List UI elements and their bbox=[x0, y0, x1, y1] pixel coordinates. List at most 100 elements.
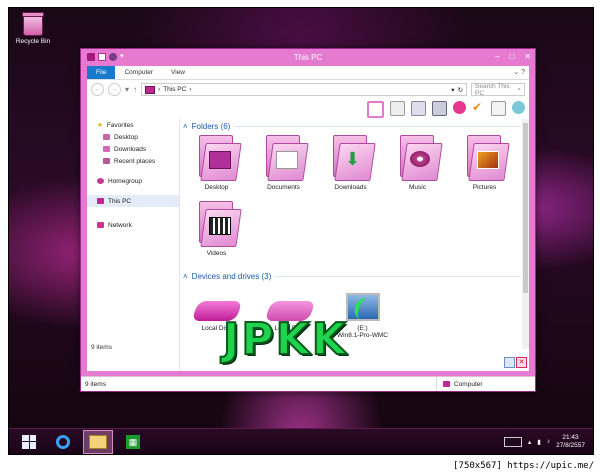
back-button[interactable]: ← bbox=[91, 83, 104, 96]
address-dropdown-icon[interactable]: ▾ bbox=[451, 86, 454, 94]
folder-videos[interactable]: Videos bbox=[183, 199, 250, 265]
ribbon-tabs: File Computer View ⌄ ? bbox=[87, 66, 529, 80]
folder-desktop[interactable]: Desktop bbox=[183, 133, 250, 199]
nav-desktop[interactable]: Desktop bbox=[87, 131, 179, 143]
taskbar-file-explorer[interactable] bbox=[83, 429, 113, 454]
folder-label: Downloads bbox=[334, 184, 367, 191]
system-tray: ▴ ▮ ♪ 21:43 27/8/2557 bbox=[503, 434, 593, 450]
custom-toolbar: ✔ bbox=[367, 101, 525, 118]
breadcrumb-chevron-icon[interactable]: › bbox=[189, 86, 191, 93]
clock-time: 21:43 bbox=[562, 433, 579, 441]
forward-button[interactable]: → bbox=[108, 83, 121, 96]
watermark-text: JPKK bbox=[222, 313, 348, 366]
chat-icon[interactable] bbox=[512, 101, 525, 114]
paste-icon[interactable] bbox=[432, 101, 447, 116]
refresh-icon[interactable]: ↻ bbox=[458, 86, 463, 94]
items-count-inner: 9 items bbox=[91, 344, 112, 351]
select-icon[interactable] bbox=[367, 101, 384, 118]
tab-file[interactable]: File bbox=[87, 66, 116, 79]
nav-downloads[interactable]: Downloads bbox=[87, 143, 179, 155]
nav-favorites[interactable]: ★ Favorites bbox=[87, 119, 179, 131]
folder-pictures[interactable]: Pictures bbox=[451, 133, 518, 199]
cut-icon[interactable] bbox=[390, 101, 405, 116]
window-controls: – □ ✕ bbox=[495, 52, 531, 61]
check-icon[interactable]: ✔ bbox=[472, 101, 485, 114]
large-icons-view-button[interactable]: ✕ bbox=[516, 357, 527, 368]
ribbon-expand-icon[interactable]: ⌄ ? bbox=[509, 66, 529, 79]
folder-icon bbox=[197, 135, 242, 181]
nav-network[interactable]: Network bbox=[87, 219, 179, 231]
title-bar[interactable]: ▾ This PC – □ ✕ bbox=[81, 49, 535, 66]
keyboard-icon[interactable] bbox=[503, 436, 522, 447]
folder-label: Desktop bbox=[204, 184, 229, 191]
folder-icon bbox=[465, 135, 510, 181]
folder-icon: ⬇ bbox=[331, 135, 376, 181]
folder-icon bbox=[197, 201, 242, 247]
store-icon: ▦ bbox=[126, 434, 140, 449]
search-placeholder: Search This PC bbox=[475, 82, 510, 97]
up-button[interactable]: ↑ bbox=[133, 85, 137, 94]
address-field[interactable]: › This PC › ▾ ↻ bbox=[141, 83, 468, 96]
nav-label: Network bbox=[108, 221, 132, 229]
nav-homegroup[interactable]: Homegroup bbox=[87, 175, 179, 187]
delete-icon[interactable] bbox=[453, 101, 466, 114]
folder-icon bbox=[398, 135, 443, 181]
show-hidden-icons-icon[interactable]: ▴ bbox=[528, 438, 531, 446]
pc-icon bbox=[97, 198, 104, 204]
downloads-icon bbox=[103, 146, 110, 152]
taskbar: ▦ ▴ ▮ ♪ 21:43 27/8/2557 bbox=[9, 428, 593, 454]
folders-group-header[interactable]: ˄ Folders (6) bbox=[183, 119, 521, 133]
minimize-button[interactable]: – bbox=[495, 52, 499, 61]
recent-dropdown-icon[interactable]: ▾ bbox=[125, 85, 129, 94]
nav-label: Favorites bbox=[106, 121, 134, 129]
search-icon: ⌕ bbox=[517, 85, 521, 93]
nav-this-pc[interactable]: This PC bbox=[87, 195, 179, 207]
drives-group-header[interactable]: ˄ Devices and drives (3) bbox=[183, 269, 521, 283]
image-caption: [750x567] https://upic.me/ bbox=[453, 461, 594, 471]
recycle-bin[interactable]: Recycle Bin bbox=[13, 12, 53, 45]
navigation-pane: ★ Favorites Desktop Downloads Recent pla… bbox=[87, 119, 180, 371]
tab-computer[interactable]: Computer bbox=[115, 66, 162, 79]
pc-icon bbox=[145, 85, 156, 94]
homegroup-icon bbox=[97, 178, 104, 184]
maximize-button[interactable]: □ bbox=[509, 52, 514, 61]
nav-label: Homegroup bbox=[108, 177, 142, 185]
details-view-button[interactable] bbox=[504, 357, 515, 368]
nav-recent-places[interactable]: Recent places bbox=[87, 155, 179, 167]
network-tray-icon[interactable]: ▮ bbox=[537, 438, 541, 446]
folder-label: Pictures bbox=[472, 184, 497, 191]
taskbar-internet-explorer[interactable] bbox=[49, 431, 77, 453]
star-icon: ★ bbox=[97, 122, 103, 129]
folder-downloads[interactable]: ⬇ Downloads bbox=[317, 133, 384, 199]
collapse-chevron-icon[interactable]: ˄ bbox=[183, 122, 188, 131]
recycle-bin-icon bbox=[22, 12, 44, 36]
volume-icon[interactable]: ♪ bbox=[547, 438, 550, 445]
folder-label: Videos bbox=[206, 250, 227, 257]
mail-icon[interactable] bbox=[491, 101, 506, 116]
search-input[interactable]: Search This PC ⌕ bbox=[471, 82, 525, 97]
folder-documents[interactable]: Documents bbox=[250, 133, 317, 199]
nav-label: This PC bbox=[108, 197, 132, 205]
collapse-chevron-icon[interactable]: ˄ bbox=[183, 272, 188, 281]
close-button[interactable]: ✕ bbox=[524, 52, 531, 61]
start-button[interactable] bbox=[15, 431, 43, 453]
desktop: Recycle Bin ▾ This PC – □ ✕ File Compute… bbox=[8, 7, 594, 455]
status-items: 9 items bbox=[85, 380, 106, 388]
copy-icon[interactable] bbox=[411, 101, 426, 116]
folder-music[interactable]: Music bbox=[384, 133, 451, 199]
vertical-scrollbar[interactable] bbox=[522, 119, 529, 349]
status-location: Computer bbox=[436, 377, 529, 391]
tab-view[interactable]: View bbox=[162, 66, 194, 79]
status-location-label: Computer bbox=[454, 380, 483, 388]
computer-icon bbox=[443, 381, 450, 387]
clock[interactable]: 21:43 27/8/2557 bbox=[556, 434, 585, 450]
group-title: Devices and drives (3) bbox=[191, 271, 272, 281]
taskbar-store[interactable]: ▦ bbox=[119, 431, 147, 453]
nav-label: Recent places bbox=[114, 157, 156, 165]
folders-grid: Desktop Documents ⬇ Downloads Music Pict… bbox=[183, 133, 533, 265]
desktop-icon bbox=[103, 134, 110, 140]
address-path[interactable]: This PC bbox=[163, 86, 186, 93]
folder-label: Documents bbox=[267, 184, 300, 191]
nav-label: Desktop bbox=[114, 133, 138, 141]
breadcrumb-chevron-icon[interactable]: › bbox=[158, 86, 160, 93]
